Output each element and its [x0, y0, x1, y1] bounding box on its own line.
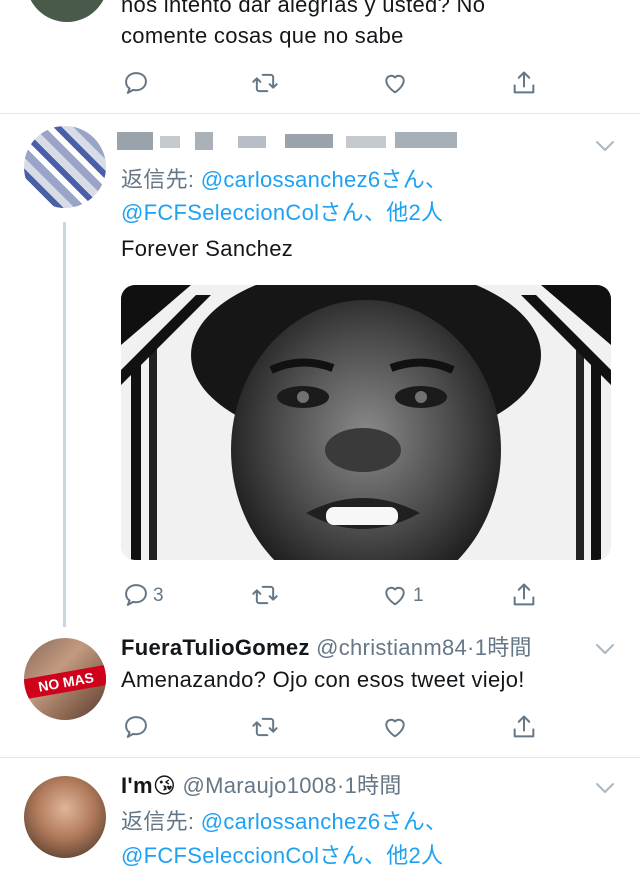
divider-1: [0, 113, 640, 114]
retweet-button-1[interactable]: [248, 578, 282, 612]
share-icon: [513, 715, 535, 738]
reply-prefix: 返信先:: [121, 167, 195, 192]
like-button-2[interactable]: [378, 710, 412, 744]
handle[interactable]: @Maraujo1008: [182, 773, 336, 798]
avatar-text: NO MAS: [37, 669, 95, 695]
reply-to-line2-3[interactable]: @FCFSeleccionColさん、他2人: [121, 840, 443, 872]
mention-link[interactable]: @carlossanchez6さん、: [201, 167, 448, 192]
retweet-icon: [252, 717, 278, 737]
share-icon: [513, 583, 535, 606]
chevron-down-icon[interactable]: [594, 138, 616, 154]
share-button-top[interactable]: [507, 66, 541, 100]
reply-button-1[interactable]: [119, 578, 153, 612]
heart-icon: [385, 74, 405, 94]
tweet-header-2: FueraTulioGomez @christianm84·1時間: [121, 635, 532, 660]
retweet-button-2[interactable]: [248, 710, 282, 744]
like-button-1[interactable]: [378, 578, 412, 612]
display-name[interactable]: I'm: [121, 773, 153, 798]
tweet-media-image[interactable]: [121, 285, 611, 560]
share-button-2[interactable]: [507, 710, 541, 744]
portrait-photo: [121, 285, 611, 560]
display-name[interactable]: FueraTulioGomez: [121, 635, 310, 660]
timestamp[interactable]: 1時間: [344, 773, 401, 798]
retweet-button-top[interactable]: [248, 66, 282, 100]
tweet-body: Forever Sanchez: [121, 236, 294, 261]
reply-to-line1-3: 返信先: @carlossanchez6さん、: [121, 806, 447, 838]
timestamp[interactable]: 1時間: [475, 635, 532, 660]
reply-button-2[interactable]: [119, 710, 153, 744]
tweet-text-line2: comente cosas que no sabe: [121, 23, 404, 48]
mention-link[interactable]: @carlossanchez6さん、: [201, 809, 448, 834]
reply-to-line1: 返信先: @carlossanchez6さん、: [121, 164, 447, 196]
reply-count: 3: [153, 585, 164, 606]
tweet-header-3: I'm😘 @Maraujo1008·1時間: [121, 773, 402, 798]
avatar-banner: NO MAS: [24, 664, 106, 700]
share-button-1[interactable]: [507, 578, 541, 612]
tweet-body-2: Amenazando? Ojo con esos tweet viejo!: [121, 667, 525, 692]
chevron-down-icon[interactable]: [594, 780, 616, 796]
reply-to-line2[interactable]: @FCFSeleccionColさん、他2人: [121, 197, 443, 229]
kiss-emoji-icon: 😘: [152, 773, 177, 798]
heart-icon: [385, 586, 405, 606]
tweet-text-line1: nos intentó dar alegrías y usted? No: [121, 0, 486, 17]
retweet-icon: [252, 73, 278, 93]
reply-icon: [125, 584, 147, 606]
share-icon: [513, 71, 535, 94]
divider-2: [0, 757, 640, 758]
avatar-top[interactable]: [26, 0, 108, 22]
heart-icon: [385, 718, 405, 738]
chevron-down-icon[interactable]: [594, 641, 616, 657]
reply-button-top[interactable]: [119, 66, 153, 100]
reply-icon: [125, 72, 147, 94]
like-count: 1: [413, 585, 424, 606]
thread-line: [63, 222, 66, 627]
avatar-redacted[interactable]: [24, 126, 106, 208]
reply-icon: [125, 716, 147, 738]
like-button-top[interactable]: [378, 66, 412, 100]
avatar-fueratuliogomez[interactable]: NO MAS: [24, 638, 106, 720]
avatar-maraujo[interactable]: [24, 776, 106, 858]
retweet-icon: [252, 585, 278, 605]
reply-prefix: 返信先:: [121, 809, 195, 834]
handle[interactable]: @christianm84: [316, 635, 467, 660]
